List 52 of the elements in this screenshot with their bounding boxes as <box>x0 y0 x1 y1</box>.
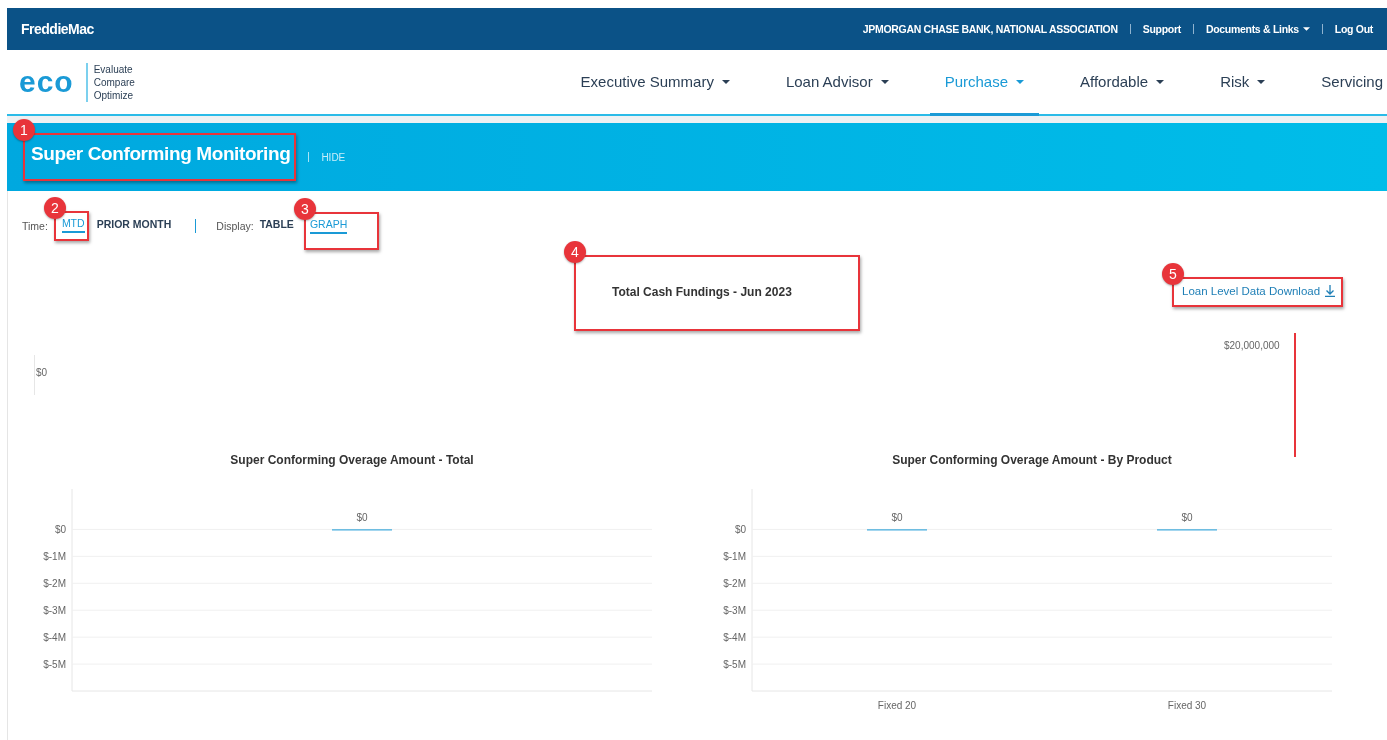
logo-tagline: Evaluate Compare Optimize <box>85 62 135 102</box>
callout-badge: 1 <box>13 119 35 141</box>
nav-tab[interactable]: Servicing <box>1306 50 1387 116</box>
callout-badge: 4 <box>564 241 586 263</box>
nav-tab[interactable]: Affordable <box>1065 50 1180 116</box>
page-title: Super Conforming Monitoring <box>31 143 291 165</box>
y-tick-label: $-4M <box>723 632 746 644</box>
value-label: $0 <box>1181 512 1193 524</box>
nav-tab[interactable]: Loan Advisor <box>770 50 904 116</box>
filter-label: Time: <box>22 220 48 232</box>
axis-label: $0 <box>36 367 48 378</box>
y-tick-label: $-1M <box>43 551 66 563</box>
time-option[interactable]: PRIOR MONTH <box>96 218 172 234</box>
caret-icon <box>1156 79 1165 84</box>
download-icon <box>1325 285 1336 297</box>
value-label: $0 <box>891 512 903 524</box>
y-tick-label: $-5M <box>43 659 66 671</box>
callout-badge: 3 <box>293 198 316 220</box>
y-tick-label: $-1M <box>723 551 746 563</box>
caret-icon <box>880 79 889 84</box>
y-tick-label: $-5M <box>723 659 746 671</box>
y-tick-label: $-4M <box>43 632 66 644</box>
app-logo: eco <box>19 65 74 99</box>
brand-logo: FreddieMac <box>21 21 94 37</box>
category-label: Fixed 30 <box>1167 700 1207 711</box>
y-tick-label: $-3M <box>723 605 746 617</box>
filter-label: Display: <box>216 220 254 232</box>
caret-icon <box>721 79 730 84</box>
caret-icon <box>1302 27 1310 31</box>
chart-title: Super Conforming Overage Amount - Total <box>230 453 474 469</box>
top-link[interactable]: JPMORGAN CHASE BANK, NATIONAL ASSOCIATION <box>862 23 1118 35</box>
caret-icon <box>1016 79 1024 84</box>
callout-badge: 5 <box>1162 263 1184 285</box>
y-tick-label: $0 <box>734 524 746 536</box>
nav-tab[interactable]: Executive Summary <box>565 50 745 116</box>
chart-title: Total Cash Fundings - Jun 2023 <box>612 285 792 299</box>
top-link[interactable]: Log Out <box>1334 23 1373 35</box>
y-tick-label: $-2M <box>723 578 746 590</box>
download-link[interactable]: Loan Level Data Download <box>1182 285 1336 297</box>
top-link[interactable]: Support <box>1142 23 1181 35</box>
nav-tab[interactable]: Risk <box>1205 50 1281 116</box>
y-tick-label: $-3M <box>43 605 66 617</box>
y-tick-label: $0 <box>54 524 66 536</box>
category-label: Fixed 20 <box>877 700 917 711</box>
display-option[interactable]: TABLE <box>259 218 294 234</box>
axis-label: $20,000,000 <box>1224 340 1280 351</box>
chart-title: Super Conforming Overage Amount - By Product <box>892 453 1172 469</box>
top-link[interactable]: Documents & Links <box>1205 23 1310 35</box>
caret-icon <box>1257 79 1266 84</box>
value-label: $0 <box>356 512 368 524</box>
y-tick-label: $-2M <box>43 578 66 590</box>
callout-badge: 2 <box>43 197 66 219</box>
